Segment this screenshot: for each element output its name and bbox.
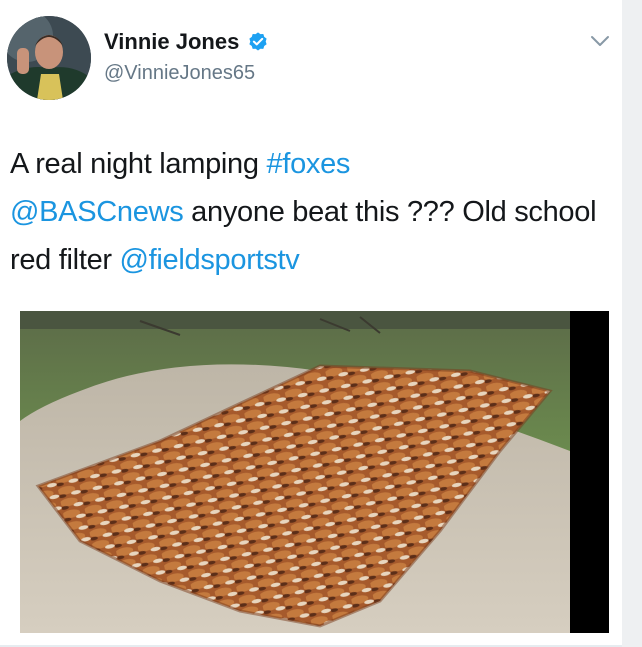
tweet-text: A real night lamping #foxes @BASCnews any… xyxy=(10,140,616,284)
photo-image xyxy=(20,311,609,633)
avatar[interactable] xyxy=(7,16,91,100)
author-row: Vinnie Jones xyxy=(104,29,269,55)
tweet-photo[interactable] xyxy=(20,311,609,633)
author-name[interactable]: Vinnie Jones xyxy=(104,29,239,55)
tweet-text-part: A real night lamping xyxy=(10,148,267,180)
verified-badge-icon xyxy=(249,32,267,51)
tweet-card: Vinnie Jones @VinnieJones65 A real night… xyxy=(0,0,622,647)
background-strip xyxy=(622,0,642,647)
mention-link[interactable]: @fieldsportstv xyxy=(120,244,300,276)
chevron-down-icon[interactable] xyxy=(590,34,610,48)
mention-link[interactable]: @BASCnews xyxy=(10,196,184,228)
avatar-image xyxy=(7,16,91,100)
author-handle[interactable]: @VinnieJones65 xyxy=(104,62,255,85)
hashtag-link[interactable]: #foxes xyxy=(266,148,350,180)
